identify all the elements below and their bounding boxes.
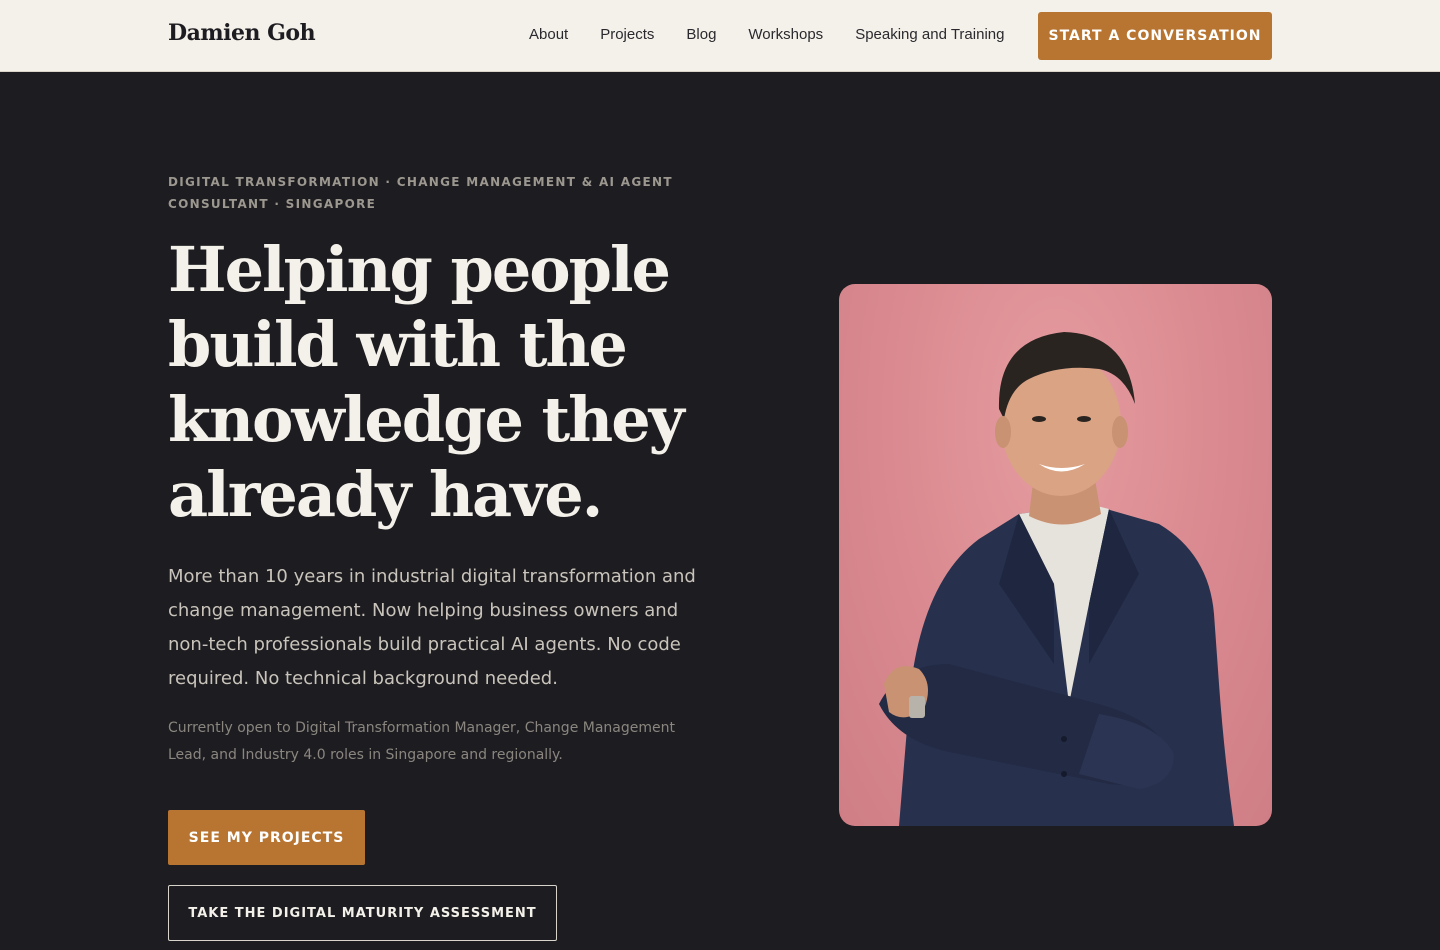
start-conversation-button[interactable]: START A CONVERSATION	[1038, 12, 1272, 60]
see-projects-button[interactable]: SEE MY PROJECTS	[168, 810, 365, 865]
digital-maturity-assessment-button[interactable]: TAKE THE DIGITAL MATURITY ASSESSMENT	[168, 885, 557, 941]
nav-speaking-training[interactable]: Speaking and Training	[855, 26, 1004, 43]
hero-intro: More than 10 years in industrial digital…	[168, 566, 696, 689]
site-header: Damien Goh About Projects Blog Workshops…	[0, 0, 1440, 72]
profile-photo	[839, 284, 1272, 826]
availability-note: Currently open to Digital Transformation…	[168, 720, 675, 763]
nav-projects[interactable]: Projects	[600, 26, 654, 43]
nav-workshops[interactable]: Workshops	[748, 26, 823, 43]
site-logo[interactable]: Damien Goh	[168, 20, 316, 46]
hero-eyebrow: DIGITAL TRANSFORMATION · CHANGE MANAGEME…	[168, 175, 673, 211]
nav-blog[interactable]: Blog	[686, 26, 716, 43]
nav-about[interactable]: About	[529, 26, 568, 43]
main-nav: About Projects Blog Workshops Speaking a…	[529, 26, 1036, 43]
hero-headline: Helping people build with the knowledge …	[168, 233, 685, 531]
